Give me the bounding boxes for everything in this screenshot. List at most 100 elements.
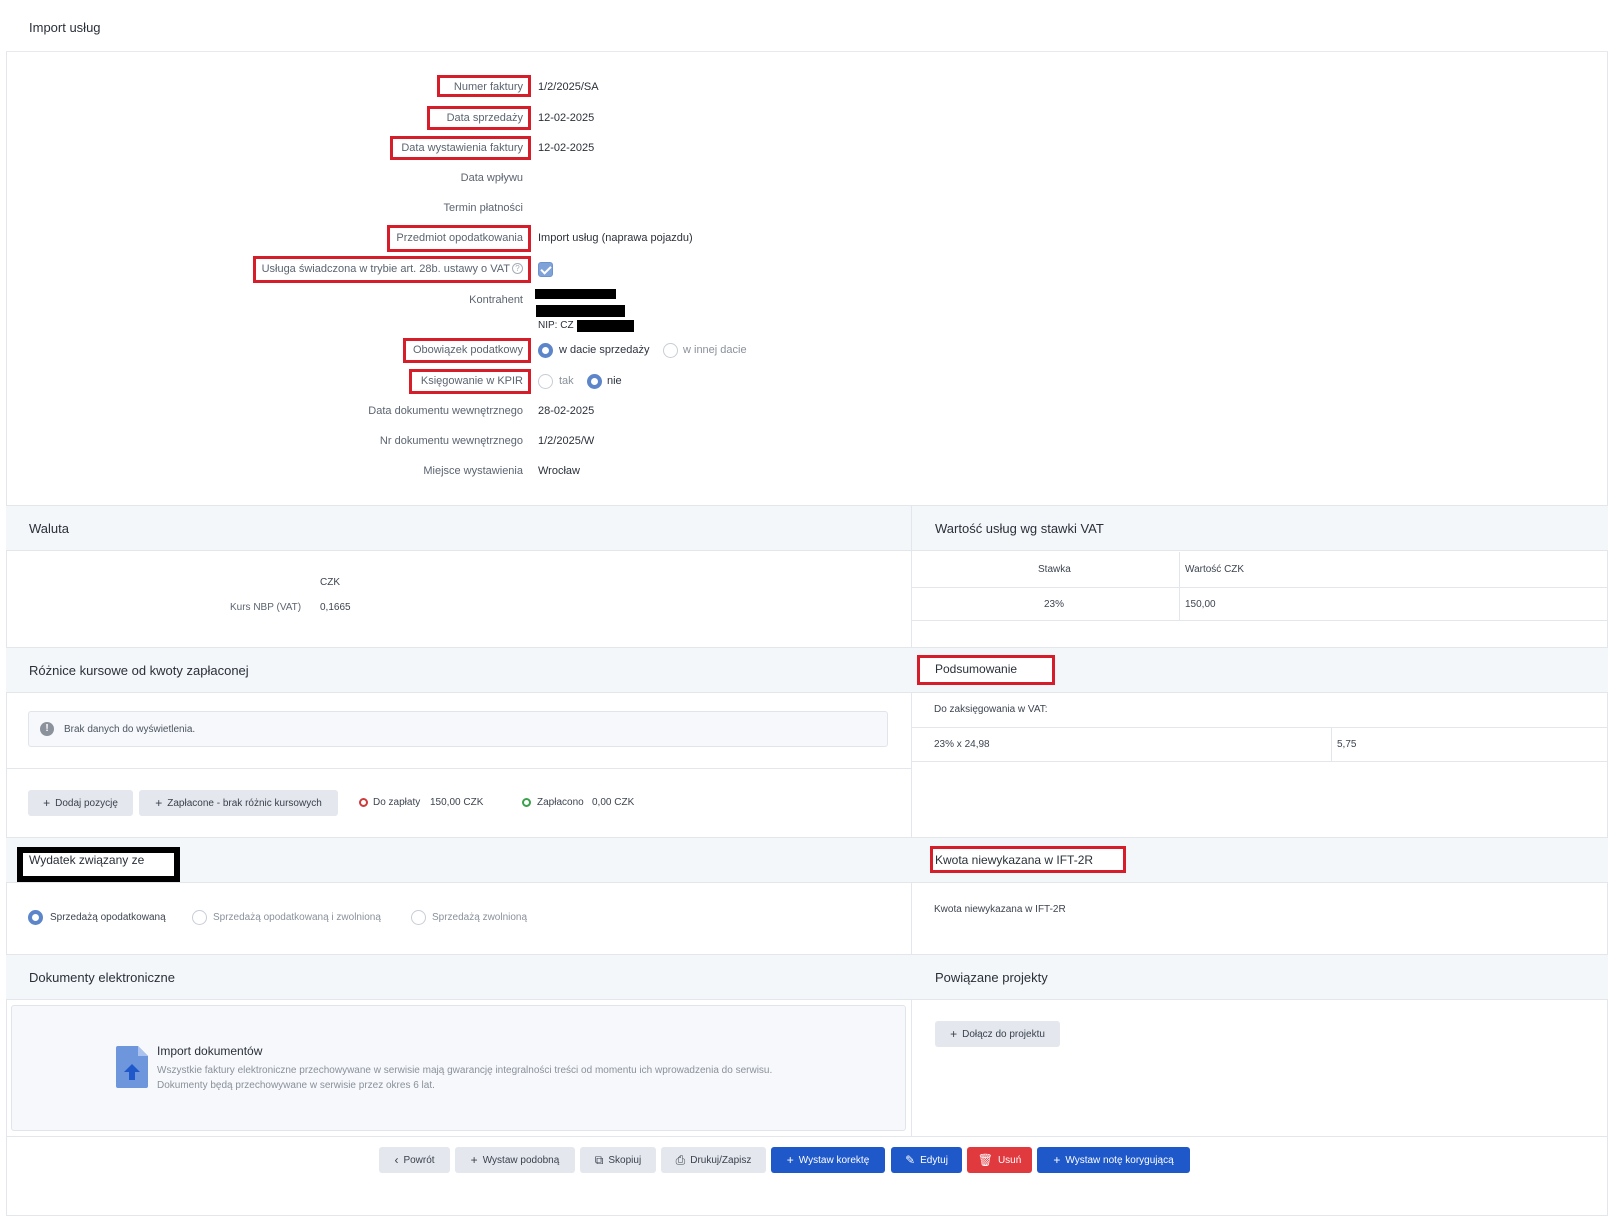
issue-date-label: Data wystawienia faktury — [401, 142, 523, 154]
to-pay-label: Do zapłaty — [373, 797, 421, 808]
table-header-value: Wartość CZK — [1185, 564, 1245, 575]
plus-icon: + — [470, 1153, 478, 1167]
empty-message: Brak danych do wyświetlenia. — [64, 724, 196, 735]
invoice-number-value: 1/2/2025/SA — [538, 81, 599, 93]
import-text-integrity: Wszystkie faktury elektroniczne przechow… — [157, 1065, 773, 1076]
expense-radio-exempt[interactable] — [411, 910, 426, 925]
table-divider — [912, 727, 1608, 728]
currency-section-header: Waluta Wartość usług wg stawki VAT — [6, 505, 1608, 551]
issue-date-value: 12-02-2025 — [538, 142, 595, 154]
taxation-subject-value: Import usług (naprawa pojazdu) — [538, 232, 693, 244]
internal-doc-number-label: Nr dokumentu wewnętrznego — [379, 435, 523, 447]
tax-obligation-label: Obowiązek podatkowy — [412, 344, 523, 356]
table-header-rate: Stawka — [1038, 564, 1071, 575]
currency-section-title: Waluta — [29, 521, 69, 536]
column-divider — [911, 505, 912, 1136]
copy-icon: ⧉ — [594, 1153, 604, 1167]
expense-option-taxed-exempt[interactable]: Sprzedażą opodatkowaną i zwolnioną — [213, 912, 381, 923]
invoice-number-label: Numer faktury — [453, 81, 523, 93]
service-art28b-checkbox[interactable] — [538, 262, 553, 277]
exchange-diff-section-header: Różnice kursowe od kwoty zapłaconej — [6, 647, 1608, 693]
delete-button[interactable]: 🗑 Usuń — [967, 1147, 1032, 1173]
edit-button[interactable]: ✎ Edytuj — [891, 1147, 962, 1173]
document-upload-icon — [116, 1046, 148, 1088]
trash-icon: 🗑 — [977, 1153, 993, 1167]
plus-icon: + — [950, 1027, 958, 1041]
table-divider — [912, 587, 1608, 588]
chevron-left-icon: ‹ — [394, 1153, 399, 1167]
paid-value: 0,00 CZK — [592, 797, 635, 808]
contractor-label: Kontrahent — [469, 294, 523, 306]
printer-icon: ⎙ — [675, 1153, 686, 1167]
issue-correction-button[interactable]: + Wystaw korektę — [771, 1147, 885, 1173]
issue-correction-note-button[interactable]: + Wystaw notę korygującą — [1037, 1147, 1190, 1173]
redacted-block — [536, 305, 625, 317]
tax-obligation-radio-sale-date[interactable] — [538, 343, 553, 358]
sale-date-value: 12-02-2025 — [538, 112, 595, 124]
to-pay-value: 150,00 CZK — [430, 797, 484, 808]
currency-code: CZK — [320, 577, 340, 588]
paid-status-icon — [522, 798, 531, 807]
kpir-option-yes[interactable]: tak — [559, 375, 574, 387]
help-icon[interactable]: ? — [512, 263, 523, 274]
plus-icon: + — [786, 1153, 794, 1167]
print-save-button[interactable]: ⎙ Drukuj/Zapisz — [661, 1147, 766, 1173]
internal-doc-date-value: 28-02-2025 — [538, 405, 595, 417]
document-import-dropzone[interactable]: Import dokumentów Wszystkie faktury elek… — [11, 1005, 906, 1131]
plus-icon: + — [155, 796, 163, 810]
page-header: Import usług — [6, 4, 1608, 52]
expense-option-exempt[interactable]: Sprzedażą zwolnioną — [432, 912, 527, 923]
expense-section-header — [6, 837, 1608, 883]
table-cell-rate: 23% — [1044, 599, 1065, 610]
tax-obligation-radio-other-date[interactable] — [663, 343, 678, 358]
exchange-diff-section-title: Różnice kursowe od kwoty zapłaconej — [29, 663, 249, 678]
kpir-label: Księgowanie w KPIR — [420, 375, 523, 387]
issue-place-label: Miejsce wystawienia — [423, 465, 523, 477]
table-cell-value: 150,00 — [1185, 599, 1216, 610]
page-title: Import usług — [29, 20, 101, 35]
plus-icon: + — [1053, 1153, 1061, 1167]
kpir-option-no[interactable]: nie — [607, 375, 622, 387]
table-divider — [912, 761, 1608, 762]
sale-date-label: Data sprzedaży — [446, 112, 523, 124]
issue-similar-button[interactable]: + Wystaw podobną — [455, 1147, 575, 1173]
nbp-rate-value: 0,1665 — [320, 602, 351, 613]
service-art28b-label: Usługa świadczona w trybie art. 28b. ust… — [261, 263, 510, 275]
expense-radio-taxed-exempt[interactable] — [192, 910, 207, 925]
internal-doc-date-label: Data dokumentu wewnętrznego — [368, 405, 523, 417]
join-project-button[interactable]: + Dołącz do projektu — [935, 1021, 1060, 1047]
to-pay-status-icon — [359, 798, 368, 807]
divider — [6, 768, 911, 769]
edocs-section-header: Dokumenty elektroniczne Powiązane projek… — [6, 954, 1608, 1000]
expense-radio-taxed[interactable] — [28, 910, 43, 925]
issue-place-value: Wrocław — [538, 465, 580, 477]
nbp-rate-label: Kurs NBP (VAT) — [230, 602, 302, 613]
summary-section-title: Podsumowanie — [935, 662, 1018, 676]
edocs-section-title: Dokumenty elektroniczne — [29, 970, 175, 985]
toolbar-divider — [6, 1136, 1608, 1137]
taxation-subject-label: Przedmiot opodatkowania — [396, 232, 523, 244]
expense-section-title: Wydatek związany ze — [29, 853, 145, 867]
tax-obligation-option-other-date[interactable]: w innej dacie — [683, 344, 747, 356]
payment-term-label: Termin płatności — [443, 202, 523, 214]
summary-row-label: 23% x 24,98 — [934, 739, 990, 750]
receipt-date-label: Data wpływu — [460, 172, 523, 184]
back-button[interactable]: ‹ Powrót — [379, 1147, 450, 1173]
expense-option-taxed[interactable]: Sprzedażą opodatkowaną — [50, 912, 166, 923]
kpir-radio-yes[interactable] — [538, 374, 553, 389]
summary-subheader: Do zaksięgowania w VAT: — [934, 704, 1048, 715]
copy-button[interactable]: ⧉ Skopiuj — [580, 1147, 656, 1173]
table-divider — [1331, 728, 1332, 761]
info-icon: ! — [40, 722, 54, 736]
tax-obligation-option-sale-date[interactable]: w dacie sprzedaży — [559, 344, 650, 356]
paid-no-diff-button[interactable]: + Zapłacone - brak różnic kursowych — [139, 790, 338, 816]
table-divider — [1179, 552, 1180, 620]
empty-info-box: ! Brak danych do wyświetlenia. — [28, 711, 888, 747]
add-position-button[interactable]: + Dodaj pozycję — [28, 790, 133, 816]
kpir-radio-no[interactable] — [587, 374, 602, 389]
redacted-block — [535, 289, 616, 299]
contractor-nip-prefix: NIP: CZ — [538, 320, 574, 331]
import-text-retention: Dokumenty będą przechowywane w serwisie … — [157, 1080, 435, 1091]
summary-row-value: 5,75 — [1337, 739, 1357, 750]
vat-values-section-title: Wartość usług wg stawki VAT — [935, 521, 1104, 536]
